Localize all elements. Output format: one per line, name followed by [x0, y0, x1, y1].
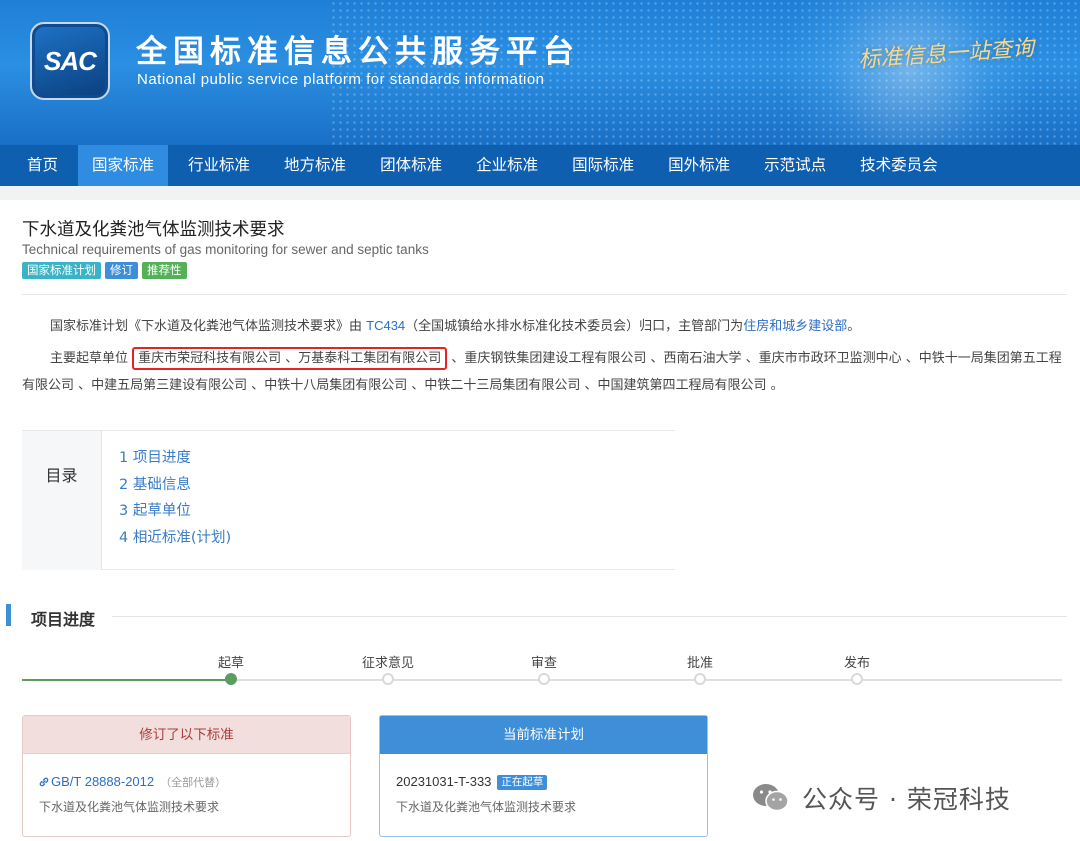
standard-tags: 国家标准计划 修订 推荐性	[22, 262, 187, 279]
nav-foreign-standards[interactable]: 国外标准	[654, 145, 744, 186]
revised-standards-header: 修订了以下标准	[23, 716, 350, 754]
sac-logo[interactable]: SAC	[30, 22, 110, 100]
current-plan-box: 当前标准计划 20231031-T-333 正在起草 下水道及化粪池气体监测技术要…	[379, 715, 708, 837]
current-plan-desc: 下水道及化粪池气体监测技术要求	[396, 800, 577, 814]
intro-text: （全国城镇给水排水标准化技术委员会）归口，主管部门为	[405, 319, 744, 334]
step-dot-approval	[694, 673, 706, 685]
nav-national-standards[interactable]: 国家标准	[78, 145, 169, 186]
step-dot-release	[851, 673, 863, 685]
revised-standard-code: GB/T 28888-2012	[51, 774, 155, 789]
toc-item-similar-standards[interactable]: 4 相近标准(计划)	[119, 525, 231, 552]
standard-title-en: Technical requirements of gas monitoring…	[22, 242, 429, 257]
section-accent-bar	[6, 604, 11, 626]
step-label-release: 发布	[843, 656, 871, 671]
header-banner: SAC 全国标准信息公共服务平台 National public service…	[0, 0, 1080, 145]
site-subtitle: National public service platform for sta…	[137, 71, 545, 88]
wechat-icon	[753, 784, 789, 812]
tag-recommended: 推荐性	[142, 262, 187, 279]
toc-item-progress[interactable]: 1 项目进度	[119, 445, 231, 472]
highlighted-drafting-units: 重庆市荣冠科技有限公司 、万基泰科工集团有限公司	[132, 347, 448, 370]
nav-international-standards[interactable]: 国际标准	[558, 145, 648, 186]
site-title: 全国标准信息公共服务平台	[136, 34, 580, 70]
revised-standard-note: （全部代替）	[160, 776, 227, 789]
step-label-approval: 批准	[686, 656, 714, 671]
step-label-review: 审查	[530, 656, 558, 671]
revised-standard-desc: 下水道及化粪池气体监测技术要求	[39, 800, 220, 814]
nav-enterprise-standards[interactable]: 企业标准	[462, 145, 552, 186]
step-dot-comments	[382, 673, 394, 685]
intro-text: 国家标准计划《下水道及化粪池气体监测技术要求》由	[50, 319, 367, 334]
tag-national-plan: 国家标准计划	[22, 262, 101, 279]
standard-title: 下水道及化粪池气体监测技术要求	[22, 220, 285, 240]
current-plan-number: 20231031-T-333 正在起草	[396, 774, 548, 790]
toc-label: 目录	[22, 431, 102, 570]
divider	[22, 294, 1067, 295]
section-title-progress: 项目进度	[31, 610, 96, 629]
status-badge: 正在起草	[497, 775, 548, 790]
progress-done-segment	[22, 679, 232, 681]
toc-list: 1 项目进度 2 基础信息 3 起草单位 4 相近标准(计划)	[119, 445, 231, 551]
nav-technical-committees[interactable]: 技术委员会	[846, 145, 952, 186]
nav-home[interactable]: 首页	[13, 145, 72, 186]
step-label-draft: 起草	[217, 656, 245, 671]
intro-text: 。	[847, 319, 861, 334]
nav-pilot-demos[interactable]: 示范试点	[750, 145, 840, 186]
section-divider	[112, 616, 1067, 617]
revised-standards-box: 修订了以下标准 GB/T 28888-2012 （全部代替） 下水道及化粪池气体监…	[22, 715, 351, 837]
toc-item-drafting-units[interactable]: 3 起草单位	[119, 498, 231, 525]
globe-glow-decoration	[780, 0, 1040, 145]
drafting-units-paragraph: 主要起草单位 重庆市荣冠科技有限公司 、万基泰科工集团有限公司 、重庆钢铁集团建…	[22, 345, 1062, 399]
step-dot-draft	[225, 673, 237, 685]
drafting-units-label: 主要起草单位	[50, 351, 133, 366]
department-link[interactable]: 住房和城乡建设部	[743, 318, 847, 333]
nav-local-standards[interactable]: 地方标准	[270, 145, 360, 186]
plan-code: 20231031-T-333	[396, 774, 492, 789]
link-icon	[39, 777, 49, 787]
nav-group-standards[interactable]: 团体标准	[366, 145, 456, 186]
current-plan-header: 当前标准计划	[380, 716, 707, 754]
tc-link[interactable]: TC434	[366, 318, 405, 333]
step-dot-review	[538, 673, 550, 685]
wechat-watermark: 公众号 · 荣冠科技	[752, 780, 1011, 816]
content-card: 下水道及化粪池气体监测技术要求 Technical requirements o…	[0, 200, 1080, 841]
watermark-text: 公众号 · 荣冠科技	[802, 785, 1011, 814]
revised-standard-link[interactable]: GB/T 28888-2012 （全部代替）	[39, 774, 226, 790]
logo-text: SAC	[44, 46, 97, 76]
toc-item-basic-info[interactable]: 2 基础信息	[119, 472, 231, 499]
nav-industry-standards[interactable]: 行业标准	[174, 145, 264, 186]
tag-revision: 修订	[105, 262, 138, 279]
intro-paragraph: 国家标准计划《下水道及化粪池气体监测技术要求》由 TC434（全国城镇给水排水标…	[22, 312, 1062, 340]
step-label-comments: 征求意见	[361, 656, 415, 671]
main-nav: 首页 国家标准 行业标准 地方标准 团体标准 企业标准 国际标准 国外标准 示范…	[0, 145, 1080, 186]
table-of-contents: 目录 1 项目进度 2 基础信息 3 起草单位 4 相近标准(计划)	[22, 430, 675, 570]
